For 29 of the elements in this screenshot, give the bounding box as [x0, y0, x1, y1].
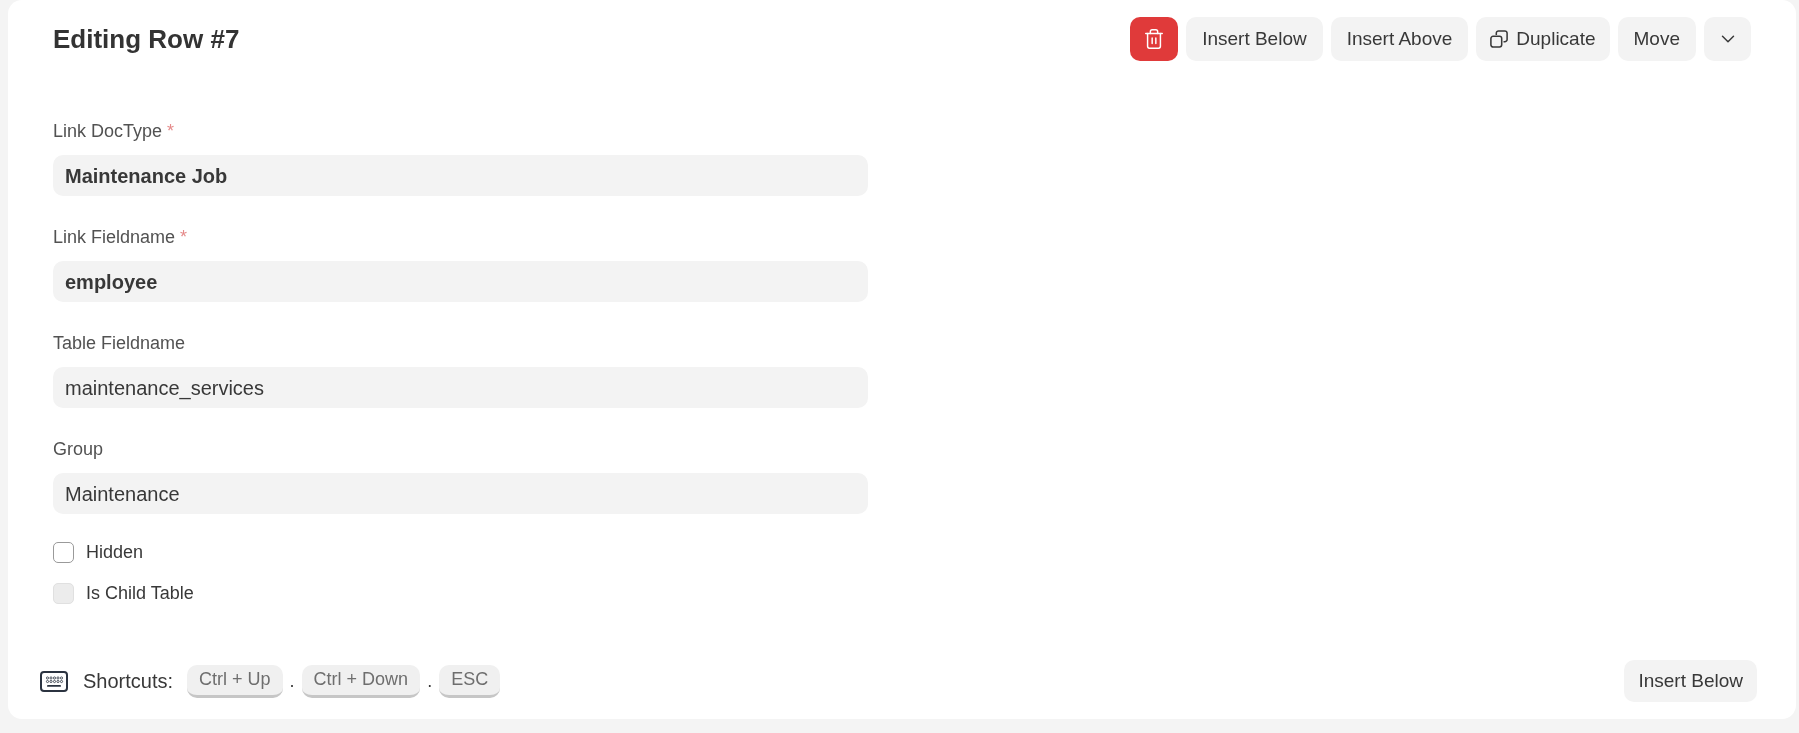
checkbox-label: Hidden [86, 540, 144, 564]
key-cap: Ctrl + Down [301, 664, 421, 698]
duplicate-button[interactable]: Duplicate [1476, 17, 1610, 61]
trash-icon [1143, 28, 1166, 50]
key-cap: Ctrl + Up [187, 664, 283, 698]
field-label: Table Fieldname [53, 331, 186, 355]
action-button[interactable]: Insert Below [1624, 660, 1757, 702]
checkbox-label: Is Child Table [86, 581, 194, 605]
separator: . [427, 669, 433, 693]
field-label: Group [53, 437, 104, 461]
shortcuts-label: Shortcuts: [83, 669, 174, 694]
action-button[interactable]: Insert Below [1186, 17, 1323, 61]
card-title: Editing Row #7 [53, 22, 240, 56]
link-field[interactable]: employee [53, 261, 868, 302]
text-field[interactable]: Maintenance [53, 473, 868, 514]
field-label: Link DocType [53, 119, 163, 143]
link-field[interactable]: Maintenance Job [53, 155, 868, 196]
checkbox[interactable] [53, 541, 74, 563]
text-field[interactable]: maintenance_services [53, 367, 868, 408]
field-label: Link Fieldname [53, 225, 176, 249]
delete-button[interactable] [1130, 17, 1179, 61]
copy-icon [1490, 30, 1509, 48]
action-button[interactable]: Insert Above [1330, 17, 1469, 61]
required-mark: * [180, 225, 188, 249]
required-mark: * [167, 119, 175, 143]
keyboard-icon [40, 670, 68, 692]
action-button[interactable]: Move [1617, 17, 1696, 61]
key-cap: ESC [439, 664, 501, 698]
separator: . [289, 669, 295, 693]
